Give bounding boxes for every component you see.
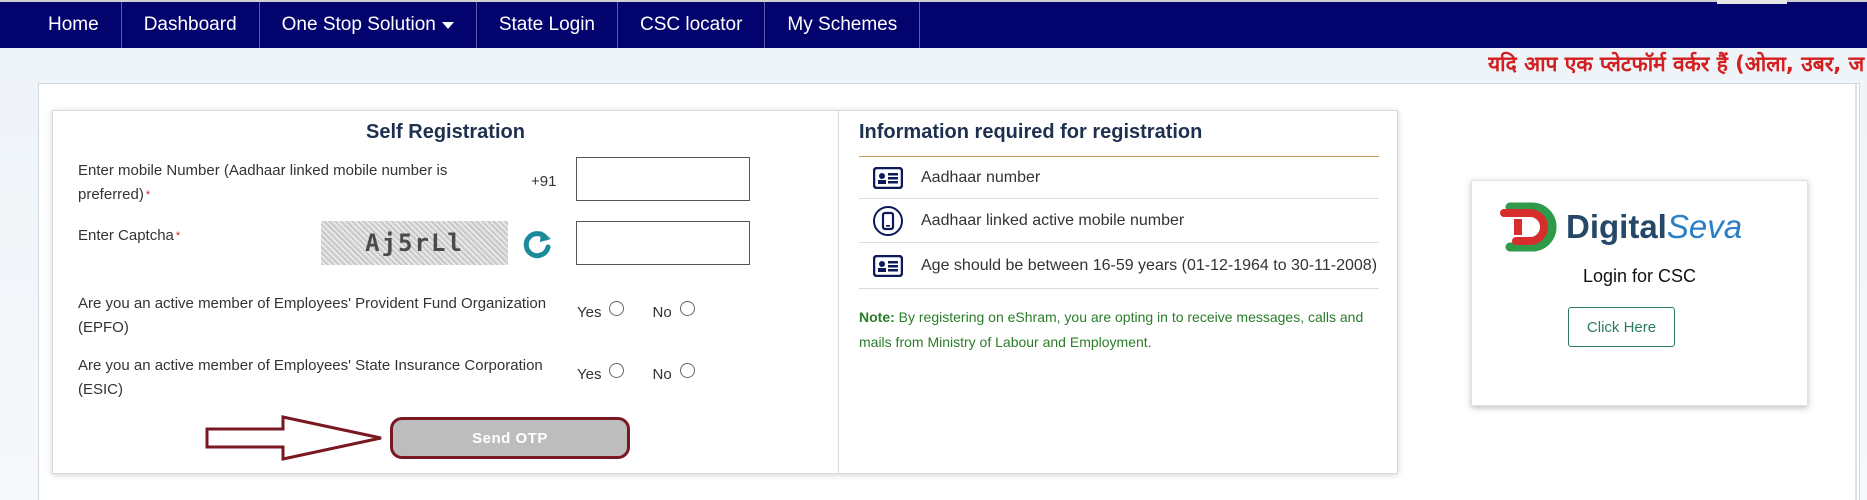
click-here-button[interactable]: Click Here xyxy=(1568,307,1675,347)
csc-login-card: DigitalSeva Login for CSC Click Here xyxy=(1471,180,1808,406)
esic-question: Are you an active member of Employees' S… xyxy=(78,357,543,398)
self-registration-title: Self Registration xyxy=(366,121,525,143)
note-text: By registering on eShram, you are opting… xyxy=(859,309,1364,350)
card-divider xyxy=(838,111,839,473)
epfo-no-label: No xyxy=(652,304,672,321)
top-navbar: Home Dashboard One Stop Solution State L… xyxy=(0,0,1867,48)
esic-yes-radio[interactable] xyxy=(609,363,625,378)
captcha-image-text: Aj5rLl xyxy=(365,229,464,257)
info-required-title: Information required for registration xyxy=(859,121,1203,143)
id-card-icon xyxy=(869,166,907,189)
nav-home[interactable]: Home xyxy=(0,2,122,48)
captcha-image: Aj5rLl xyxy=(321,221,508,265)
nav-csc-locator-label: CSC locator xyxy=(640,14,743,35)
digital-seva-logo: DigitalSeva xyxy=(1496,201,1742,253)
required-mark: * xyxy=(175,230,181,242)
info-item-text: Aadhaar number xyxy=(921,168,1041,186)
frame-scroll-edge xyxy=(1855,84,1857,500)
send-otp-button[interactable]: Send OTP xyxy=(390,417,630,459)
nav-my-schemes[interactable]: My Schemes xyxy=(765,2,921,48)
country-code-prefix: +91 xyxy=(531,173,557,190)
logo-text-digital: Digital xyxy=(1566,208,1667,245)
caret-down-icon xyxy=(441,21,454,29)
captcha-input[interactable] xyxy=(576,221,750,265)
nav-dashboard[interactable]: Dashboard xyxy=(122,2,260,48)
esic-no-label: No xyxy=(652,366,672,383)
info-item-text: Aadhaar linked active mobile number xyxy=(921,211,1185,229)
epfo-yes-radio[interactable] xyxy=(609,301,625,316)
registration-card: Self Registration Enter mobile Number (A… xyxy=(52,110,1398,474)
epfo-no-radio[interactable] xyxy=(679,301,695,316)
info-item-text: Age should be between 16-59 years (01-12… xyxy=(921,256,1378,274)
digital-seva-logo-icon xyxy=(1500,202,1557,252)
login-for-csc-label: Login for CSC xyxy=(1582,266,1697,286)
required-mark: * xyxy=(145,189,151,201)
pointer-arrow-icon xyxy=(205,415,382,461)
mobile-label-text: Enter mobile Number (Aadhaar linked mobi… xyxy=(78,162,448,203)
announcement-marquee: यदि आप एक प्लेटफॉर्म वर्कर हैं (ओला, उबर… xyxy=(1488,50,1867,80)
nav-state-login[interactable]: State Login xyxy=(477,2,618,48)
nav-one-stop-solution[interactable]: One Stop Solution xyxy=(260,2,477,48)
logo-text-seva: Seva xyxy=(1666,208,1743,245)
esic-radio-group: Yes No xyxy=(577,363,695,383)
captcha-label: Enter Captcha * xyxy=(78,224,180,248)
info-item: Age should be between 16-59 years (01-12… xyxy=(859,243,1379,289)
info-item: Aadhaar number xyxy=(859,157,1379,199)
epfo-question: Are you an active member of Employees' P… xyxy=(78,295,547,336)
mobile-icon xyxy=(869,205,907,237)
registration-note: Note: By registering on eShram, you are … xyxy=(859,305,1379,355)
note-label: Note: xyxy=(859,309,895,325)
nav-home-label: Home xyxy=(48,14,99,35)
id-card-icon xyxy=(869,254,907,277)
nav-csc-locator[interactable]: CSC locator xyxy=(618,2,766,48)
info-item: Aadhaar linked active mobile number xyxy=(859,199,1379,243)
mobile-number-input[interactable] xyxy=(576,157,750,201)
refresh-captcha-icon[interactable] xyxy=(520,227,554,261)
nav-my-schemes-label: My Schemes xyxy=(787,14,898,35)
nav-edge-decoration xyxy=(1717,0,1787,4)
captcha-label-text: Enter Captcha xyxy=(78,227,174,244)
mobile-number-label: Enter mobile Number (Aadhaar linked mobi… xyxy=(78,159,478,207)
esic-no-radio[interactable] xyxy=(679,363,695,378)
nav-one-stop-label: One Stop Solution xyxy=(281,14,436,35)
esic-yes-label: Yes xyxy=(577,366,602,383)
epfo-yes-label: Yes xyxy=(577,304,602,321)
epfo-radio-group: Yes No xyxy=(577,301,695,321)
nav-dashboard-label: Dashboard xyxy=(143,14,237,35)
marquee-text: यदि आप एक प्लेटफॉर्म वर्कर हैं (ओला, उबर… xyxy=(1488,52,1865,76)
nav-state-login-label: State Login xyxy=(498,14,595,35)
